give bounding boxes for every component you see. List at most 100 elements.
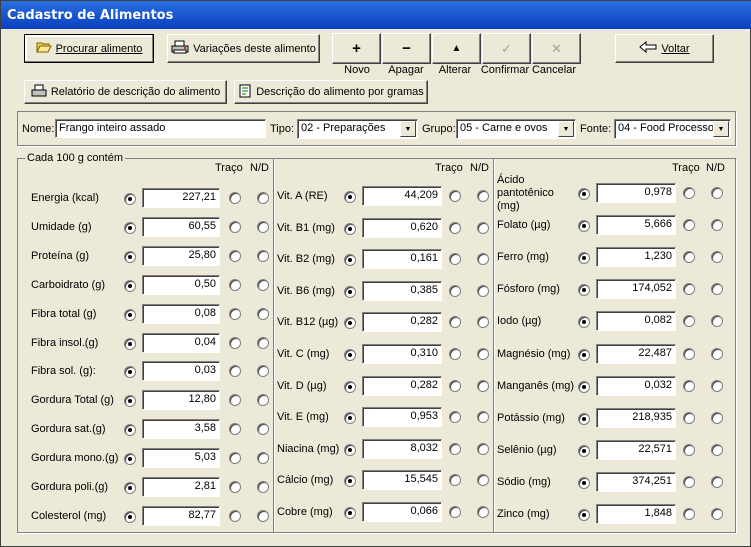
nutrient-value-field[interactable]: 44,209: [362, 186, 442, 206]
nutrient-value-field[interactable]: 0,082: [596, 311, 676, 331]
delete-button[interactable]: −: [382, 33, 431, 64]
nutrient-value-field[interactable]: 218,935: [596, 408, 676, 428]
source-select[interactable]: 04 - Food Processor ▼: [614, 119, 731, 139]
nd-radio[interactable]: [477, 253, 489, 265]
nd-radio[interactable]: [711, 283, 723, 295]
trace-radio[interactable]: [229, 192, 241, 204]
nutrient-value-field[interactable]: 0,282: [362, 312, 442, 332]
nd-radio[interactable]: [711, 348, 723, 360]
nutrient-value-field[interactable]: 0,620: [362, 218, 442, 238]
value-radio[interactable]: [344, 223, 356, 235]
nutrient-value-field[interactable]: 1,230: [596, 247, 676, 267]
value-radio[interactable]: [124, 251, 136, 263]
nd-radio[interactable]: [477, 443, 489, 455]
trace-radio[interactable]: [449, 222, 461, 234]
trace-radio[interactable]: [229, 337, 241, 349]
value-radio[interactable]: [124, 222, 136, 234]
trace-radio[interactable]: [683, 444, 695, 456]
nd-radio[interactable]: [257, 394, 269, 406]
value-radio[interactable]: [578, 188, 590, 200]
chevron-down-icon[interactable]: ▼: [558, 121, 574, 137]
value-radio[interactable]: [578, 284, 590, 296]
name-field[interactable]: Frango inteiro assado: [55, 119, 266, 138]
value-radio[interactable]: [124, 280, 136, 292]
nd-radio[interactable]: [711, 412, 723, 424]
trace-radio[interactable]: [229, 452, 241, 464]
nutrient-value-field[interactable]: 0,310: [362, 344, 442, 364]
value-radio[interactable]: [578, 509, 590, 521]
value-radio[interactable]: [344, 381, 356, 393]
value-radio[interactable]: [124, 309, 136, 321]
trace-radio[interactable]: [449, 443, 461, 455]
nd-radio[interactable]: [711, 444, 723, 456]
nutrient-value-field[interactable]: 22,487: [596, 344, 676, 364]
nutrient-value-field[interactable]: 0,08: [142, 304, 220, 324]
trace-radio[interactable]: [683, 380, 695, 392]
nd-radio[interactable]: [257, 192, 269, 204]
nd-radio[interactable]: [257, 365, 269, 377]
trace-radio[interactable]: [683, 187, 695, 199]
nutrient-value-field[interactable]: 1,848: [596, 504, 676, 524]
nd-radio[interactable]: [257, 308, 269, 320]
nutrient-value-field[interactable]: 2,81: [142, 477, 220, 497]
type-select[interactable]: 02 - Preparações ▼: [297, 119, 418, 139]
trace-radio[interactable]: [229, 308, 241, 320]
nd-radio[interactable]: [257, 452, 269, 464]
nd-radio[interactable]: [257, 510, 269, 522]
nutrient-value-field[interactable]: 0,978: [596, 183, 676, 203]
nd-radio[interactable]: [477, 380, 489, 392]
new-button[interactable]: +: [332, 33, 381, 64]
nd-radio[interactable]: [711, 380, 723, 392]
value-radio[interactable]: [578, 252, 590, 264]
nutrient-value-field[interactable]: 3,58: [142, 419, 220, 439]
value-radio[interactable]: [344, 254, 356, 266]
trace-radio[interactable]: [229, 365, 241, 377]
nutrient-value-field[interactable]: 25,80: [142, 246, 220, 266]
trace-radio[interactable]: [683, 219, 695, 231]
value-radio[interactable]: [124, 482, 136, 494]
chevron-down-icon[interactable]: ▼: [400, 121, 416, 137]
nutrient-value-field[interactable]: 0,50: [142, 275, 220, 295]
nd-radio[interactable]: [477, 190, 489, 202]
back-button[interactable]: Voltar: [615, 34, 714, 63]
nutrient-value-field[interactable]: 0,066: [362, 502, 442, 522]
group-select[interactable]: 05 - Carne e ovos ▼: [456, 119, 576, 139]
trace-radio[interactable]: [449, 190, 461, 202]
nd-radio[interactable]: [477, 316, 489, 328]
cancel-button[interactable]: ✕: [532, 33, 581, 64]
nutrient-value-field[interactable]: 374,251: [596, 472, 676, 492]
trace-radio[interactable]: [229, 510, 241, 522]
trace-radio[interactable]: [683, 412, 695, 424]
nd-radio[interactable]: [711, 476, 723, 488]
nd-radio[interactable]: [257, 221, 269, 233]
trace-radio[interactable]: [683, 476, 695, 488]
trace-radio[interactable]: [449, 506, 461, 518]
value-radio[interactable]: [578, 477, 590, 489]
trace-radio[interactable]: [229, 481, 241, 493]
nutrient-value-field[interactable]: 5,666: [596, 215, 676, 235]
value-radio[interactable]: [124, 338, 136, 350]
nutrient-value-field[interactable]: 0,161: [362, 249, 442, 269]
trace-radio[interactable]: [229, 423, 241, 435]
trace-radio[interactable]: [449, 411, 461, 423]
report-button[interactable]: Relatório de descrição do alimento: [24, 80, 227, 104]
trace-radio[interactable]: [229, 250, 241, 262]
value-radio[interactable]: [124, 193, 136, 205]
nutrient-value-field[interactable]: 12,80: [142, 390, 220, 410]
nutrient-value-field[interactable]: 0,385: [362, 281, 442, 301]
trace-radio[interactable]: [683, 348, 695, 360]
nutrient-value-field[interactable]: 227,21: [142, 188, 220, 208]
nutrient-value-field[interactable]: 174,052: [596, 279, 676, 299]
nutrient-value-field[interactable]: 0,03: [142, 361, 220, 381]
trace-radio[interactable]: [229, 394, 241, 406]
value-radio[interactable]: [344, 412, 356, 424]
nutrient-value-field[interactable]: 22,571: [596, 440, 676, 460]
value-radio[interactable]: [344, 475, 356, 487]
nutrient-value-field[interactable]: 0,032: [596, 376, 676, 396]
trace-radio[interactable]: [449, 474, 461, 486]
trace-radio[interactable]: [449, 348, 461, 360]
value-radio[interactable]: [578, 381, 590, 393]
value-radio[interactable]: [344, 507, 356, 519]
value-radio[interactable]: [578, 445, 590, 457]
edit-button[interactable]: ▲: [432, 33, 481, 64]
